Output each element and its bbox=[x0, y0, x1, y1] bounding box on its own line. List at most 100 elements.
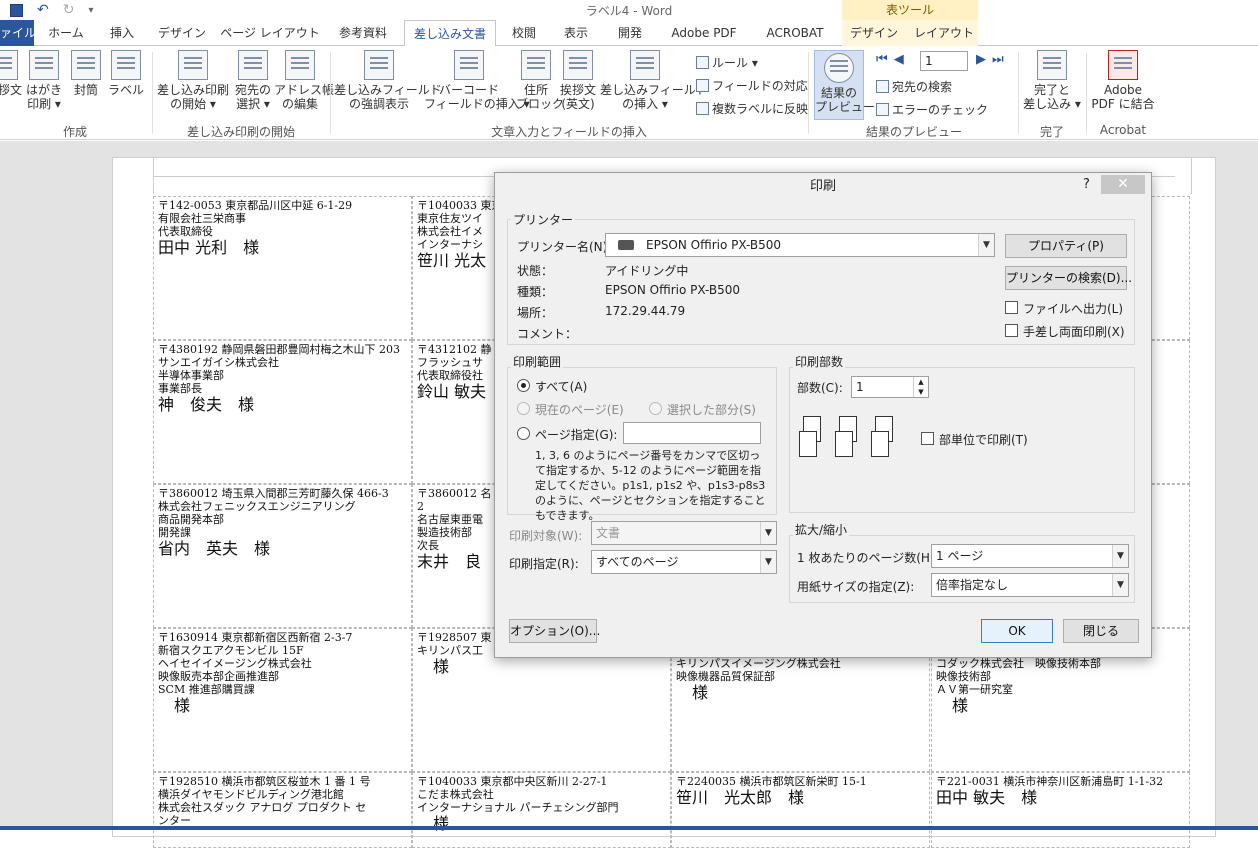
collate-page bbox=[835, 431, 853, 457]
printer-name-select[interactable]: EPSON Offirio PX-B500 ▼ bbox=[605, 233, 995, 257]
page-range-input[interactable] bbox=[623, 422, 761, 444]
label-cell[interactable]: 〒2240035 横浜市都筑区新栄町 15-1 笹川 光太郎 様 bbox=[671, 772, 930, 848]
highlight-icon bbox=[364, 50, 394, 80]
address-line: 事業部長 bbox=[158, 382, 202, 395]
tab-adobe-pdf[interactable]: Adobe PDF bbox=[660, 20, 748, 46]
address-line: 代表取締役 bbox=[158, 225, 213, 238]
printer-icon bbox=[618, 240, 634, 250]
record-last-icon[interactable]: ▶⏭ bbox=[976, 52, 1010, 67]
label-cell[interactable]: 〒1040033 東京都中央区新川 2-27-1 こだま株式会社 インターナショナル… bbox=[412, 772, 671, 848]
options-button[interactable]: オプション(O)... bbox=[509, 619, 600, 643]
find-printer-button[interactable]: プリンターの検索(D)... bbox=[1005, 266, 1132, 290]
check-errors-button[interactable]: エラーのチェック bbox=[876, 101, 988, 118]
status-bar bbox=[0, 826, 1258, 830]
print-pages-select[interactable]: すべてのページ ▼ bbox=[591, 550, 777, 574]
tab-insert[interactable]: 挿入 bbox=[98, 20, 146, 46]
edit-recipient-list-button[interactable]: アドレス帳 の編集 bbox=[274, 50, 334, 111]
print-what-label: 印刷対象(W): bbox=[509, 529, 583, 543]
print-what-select[interactable]: 文書 ▼ bbox=[591, 521, 777, 545]
ok-button[interactable]: OK bbox=[981, 619, 1053, 643]
address-line: 〒2240035 横浜市都筑区新栄町 15-1 bbox=[676, 775, 867, 788]
copies-stepper[interactable]: ▲ ▼ bbox=[913, 377, 928, 397]
group-separator bbox=[152, 52, 153, 134]
address-book-icon bbox=[285, 50, 315, 80]
printer-name-label: プリンター名(N): bbox=[517, 240, 612, 254]
label-cell[interactable]: 〒3860012 埼玉県入間郡三芳町藤久保 466-3 株式会社フェニックスエンジ… bbox=[153, 484, 412, 628]
preview-abc-icon bbox=[824, 53, 854, 83]
range-all-label: すべて(A) bbox=[535, 380, 588, 394]
group-separator bbox=[330, 52, 331, 134]
tab-review[interactable]: 校閲 bbox=[502, 20, 546, 46]
record-first-icon[interactable]: ⏮◀ bbox=[876, 52, 910, 67]
pages-per-sheet-select[interactable]: 1 ページ ▼ bbox=[931, 544, 1129, 568]
recipient-name: 様 bbox=[676, 683, 709, 702]
tab-page-layout[interactable]: ページ レイアウト bbox=[218, 20, 322, 46]
highlight-fields-button[interactable]: 差し込みフィールド の強調表示 bbox=[334, 50, 442, 111]
label-cell[interactable]: 〒142-0053 東京都品川区中延 6-1-29 有限会社三栄商事 代表取締役 田中… bbox=[153, 196, 412, 340]
range-all-radio[interactable] bbox=[517, 379, 530, 392]
address-line: ＡＶ第一研究室 bbox=[936, 683, 1013, 696]
tab-file[interactable]: ァイル bbox=[0, 20, 36, 46]
tab-references[interactable]: 参考資料 bbox=[328, 20, 398, 46]
match-fields-button[interactable]: フィールドの対応 bbox=[696, 77, 808, 94]
address-line: 映像販売本部企画推進部 bbox=[158, 670, 279, 683]
preview-results-button[interactable]: 結果の プレビュー bbox=[814, 50, 875, 120]
collate-page bbox=[799, 431, 817, 457]
printer-group-label: プリンター bbox=[511, 211, 576, 228]
insert-merge-field-button[interactable]: 差し込みフィールド の挿入 ▾ bbox=[600, 50, 708, 111]
range-selection-label: 選択した部分(S) bbox=[667, 403, 756, 417]
record-number-input[interactable]: 1 bbox=[920, 51, 968, 71]
merge-to-adobe-pdf-button[interactable]: Adobe PDF に結合 bbox=[1090, 50, 1156, 111]
greeting-line-button[interactable]: 挨拶文 (英文) bbox=[558, 50, 598, 111]
print-to-file-checkbox[interactable] bbox=[1005, 301, 1018, 314]
envelope-button[interactable]: 封筒 bbox=[68, 50, 104, 97]
properties-button[interactable]: プロパティ(P) bbox=[1005, 234, 1127, 258]
tab-view[interactable]: 表示 bbox=[552, 20, 600, 46]
update-labels-button[interactable]: 複数ラベルに反映 bbox=[696, 100, 808, 117]
address-line: コダック株式会社 映像技術本部 bbox=[936, 657, 1101, 670]
address-block-button[interactable]: 住所 ブロック bbox=[516, 50, 564, 111]
address-line: 〒142-0053 東京都品川区中延 6-1-29 bbox=[158, 199, 353, 212]
manual-duplex-checkbox[interactable] bbox=[1005, 324, 1018, 337]
tab-design[interactable]: デザイン bbox=[152, 20, 212, 46]
tab-table-layout[interactable]: レイアウト bbox=[912, 20, 976, 46]
greeting-button[interactable]: 挨拶文 bbox=[0, 50, 22, 97]
range-selection-radio[interactable] bbox=[649, 402, 662, 415]
collate-checkbox[interactable] bbox=[921, 432, 934, 445]
chevron-down-icon: ▼ bbox=[760, 522, 776, 544]
rules-button[interactable]: ルール ▾ bbox=[696, 54, 758, 71]
group-label-create: 作成 bbox=[62, 125, 87, 139]
label-cell[interactable]: 〒1928510 横浜市都筑区桜並木 1 番 1 号横浜ダイヤモンドビルディング… bbox=[153, 772, 412, 848]
range-pages-radio[interactable] bbox=[517, 427, 530, 440]
copies-group-label: 印刷部数 bbox=[793, 353, 846, 370]
merge-field-icon bbox=[630, 50, 660, 80]
select-recipients-button[interactable]: 宛先の 選択 ▾ bbox=[232, 50, 274, 111]
adobe-pdf-icon bbox=[1108, 50, 1138, 80]
find-recipient-button[interactable]: 宛先の検索 bbox=[876, 78, 952, 95]
address-block-icon bbox=[521, 50, 551, 80]
label-cell[interactable]: 〒221-0031 横浜市神奈川区新浦島町 1-1-32 田中 敏夫 様 bbox=[931, 772, 1190, 848]
tab-home[interactable]: ホーム bbox=[40, 20, 92, 46]
tab-mailings[interactable]: 差し込み文書 bbox=[404, 20, 496, 47]
help-icon[interactable]: ? bbox=[1083, 177, 1090, 192]
insert-barcode-button[interactable]: バーコード フィールドの挿入 ▾ bbox=[424, 50, 530, 111]
postcard-icon bbox=[29, 50, 59, 80]
labels-button[interactable]: ラベル bbox=[106, 50, 146, 97]
label-cell[interactable]: 〒4380192 静岡県磐田郡豊岡村梅之木山下 203 サンエイガイシ株式会社 半導… bbox=[153, 340, 412, 484]
close-icon[interactable]: ✕ bbox=[1101, 175, 1145, 194]
address-line: ヘイセイイメージング株式会社 bbox=[158, 657, 312, 670]
finish-merge-button[interactable]: 完了と 差し込み ▾ bbox=[1022, 50, 1082, 111]
greeting-line-icon bbox=[563, 50, 593, 80]
tab-table-design[interactable]: デザイン bbox=[846, 20, 902, 46]
group-label-start: 差し込み印刷の開始 bbox=[186, 125, 295, 139]
range-current-radio[interactable] bbox=[517, 402, 530, 415]
address-line: サンエイガイシ株式会社 bbox=[158, 356, 279, 369]
label-cell[interactable]: 〒1630914 東京都新宿区西新宿 2-3-7 新宿スクエアクモンビル 15F ヘ… bbox=[153, 628, 412, 772]
scale-to-paper-select[interactable]: 倍率指定なし ▼ bbox=[931, 573, 1129, 597]
postcard-button[interactable]: はがき 印刷 ▾ bbox=[22, 50, 66, 111]
tab-acrobat[interactable]: ACROBAT bbox=[754, 20, 836, 46]
recipient-name: 笹川 光太郎 様 bbox=[676, 788, 805, 807]
start-mail-merge-button[interactable]: 差し込み印刷 の開始 ▾ bbox=[156, 50, 230, 111]
close-button[interactable]: 閉じる bbox=[1063, 619, 1139, 643]
tab-developer[interactable]: 開発 bbox=[606, 20, 654, 46]
